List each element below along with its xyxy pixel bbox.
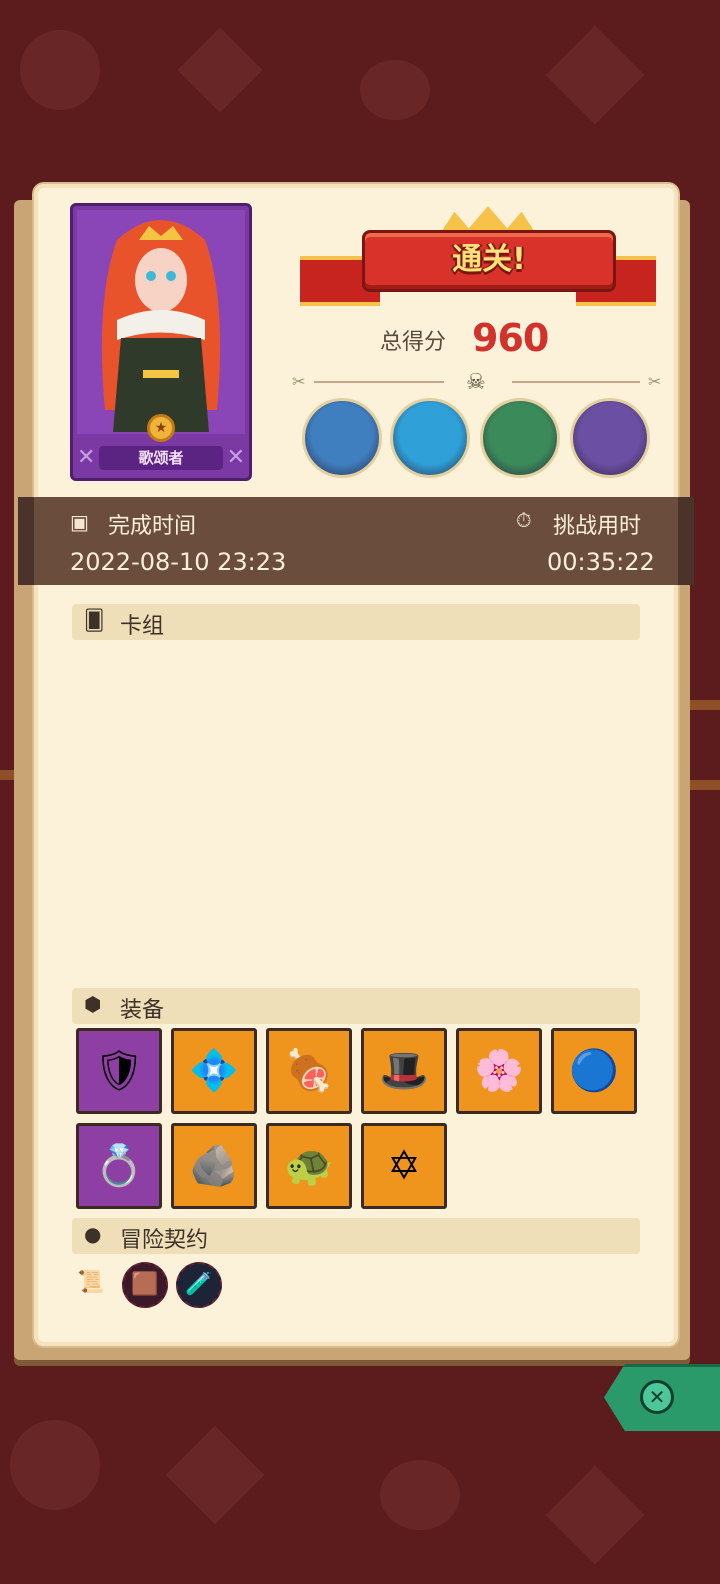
crystal-vial-icon[interactable]: 🧪 bbox=[176, 1262, 222, 1308]
completion-time-value: 2022-08-10 23:23 bbox=[70, 548, 287, 576]
divider-ornament-left-icon: ✂ bbox=[292, 372, 306, 391]
wizard-hat-icon[interactable]: 🎩 bbox=[361, 1028, 447, 1114]
box-icon: ⬢ bbox=[84, 992, 102, 1016]
total-score-value: 960 bbox=[472, 316, 549, 360]
skull-icon: ☠ bbox=[466, 370, 486, 395]
boss-serpent-icon[interactable] bbox=[480, 398, 560, 478]
boss-crowned-skull-icon[interactable] bbox=[390, 398, 470, 478]
hero-card[interactable]: ★ ✕ ✕ 歌颂者 bbox=[70, 203, 252, 481]
equipment-title: 装备 bbox=[120, 998, 165, 1023]
background-decoration bbox=[165, 1425, 265, 1525]
calendar-icon: ▣ bbox=[70, 510, 89, 534]
background-decoration bbox=[177, 27, 263, 113]
background-decoration bbox=[545, 1465, 645, 1565]
hero-rank-medal-icon: ★ bbox=[147, 414, 175, 442]
light-ray bbox=[690, 700, 720, 710]
deck-section-header: 🂠 卡组 bbox=[72, 604, 640, 640]
divider-line bbox=[314, 381, 444, 383]
equipment-section-header: ⬢ 装备 bbox=[72, 988, 640, 1024]
divider-line bbox=[512, 381, 640, 383]
hero-portrait bbox=[77, 210, 245, 434]
background-decoration bbox=[360, 60, 430, 120]
completion-time-label: 完成时间 bbox=[108, 514, 197, 539]
hexagram-badge-icon[interactable]: ✡ bbox=[361, 1123, 447, 1209]
hero-name: 歌颂者 bbox=[99, 446, 223, 470]
challenge-time-label: 挑战用时 bbox=[553, 514, 642, 539]
background-decoration bbox=[545, 25, 645, 125]
total-score-label: 总得分 bbox=[380, 330, 447, 355]
close-icon[interactable]: ✕ bbox=[640, 1380, 674, 1414]
background-decoration bbox=[20, 30, 100, 110]
ruby-ring-icon[interactable]: 💍 bbox=[76, 1123, 162, 1209]
cards-icon: 🂠 bbox=[84, 608, 105, 632]
bone-right-icon: ✕ bbox=[226, 445, 245, 470]
lion-shield-icon[interactable]: 🛡 bbox=[76, 1028, 162, 1114]
lotus-flower-icon[interactable]: 🌸 bbox=[456, 1028, 542, 1114]
clear-banner-text: 通关! bbox=[452, 242, 526, 277]
light-ray bbox=[690, 780, 720, 790]
rune-stone-icon[interactable]: 🪨 bbox=[171, 1123, 257, 1209]
deck-title: 卡组 bbox=[120, 614, 165, 639]
contract-section-header: ● 冒险契约 bbox=[72, 1218, 640, 1254]
contract-title: 冒险契约 bbox=[120, 1228, 209, 1253]
person-icon: ● bbox=[84, 1222, 102, 1246]
ice-crest-icon[interactable]: 💠 bbox=[171, 1028, 257, 1114]
bone-left-icon: ✕ bbox=[77, 445, 96, 470]
background-decoration bbox=[10, 1420, 100, 1510]
turtle-shell-icon[interactable]: 🐢 bbox=[266, 1123, 352, 1209]
boss-dragon-icon[interactable] bbox=[570, 398, 650, 478]
divider-ornament-right-icon: ✂ bbox=[648, 372, 662, 391]
dark-cube-icon[interactable]: 🟫 bbox=[122, 1262, 168, 1308]
boss-mushroom-elder-icon[interactable] bbox=[302, 398, 382, 478]
stopwatch-icon: ⏱ bbox=[516, 508, 532, 532]
spiked-orb-icon[interactable]: 🔵 bbox=[551, 1028, 637, 1114]
background-decoration bbox=[380, 1460, 460, 1530]
challenge-time-value: 00:35:22 bbox=[547, 548, 655, 576]
ham-icon[interactable]: 🍖 bbox=[266, 1028, 352, 1114]
scroll-icon[interactable]: 📜 bbox=[68, 1262, 114, 1308]
